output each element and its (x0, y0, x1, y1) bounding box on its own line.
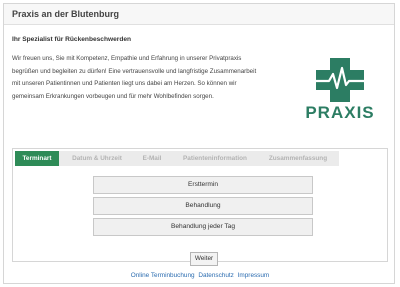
tab-terminart[interactable]: Terminart (15, 151, 59, 166)
option-behandlung[interactable]: Behandlung (93, 197, 313, 215)
intro-text: Wir freuen uns, Sie mit Kompetenz, Empat… (12, 53, 312, 103)
option-ersttermin[interactable]: Ersttermin (93, 176, 313, 194)
tab-patienteninformation[interactable]: Patienteninformation (175, 151, 255, 166)
step-tabs: Terminart Datum & Uhrzeit E-Mail Patient… (15, 151, 339, 166)
intro-line: Wir freuen uns, Sie mit Kompetenz, Empat… (12, 55, 242, 62)
footer-link-online-terminbuchung[interactable]: Online Terminbuchung (131, 272, 195, 279)
next-button[interactable]: Weiter (190, 252, 218, 266)
medical-cross-icon (310, 58, 370, 102)
booking-widget: Praxis an der Blutenburg Ihr Spezialist … (3, 3, 395, 284)
tab-datum-uhrzeit[interactable]: Datum & Uhrzeit (65, 151, 129, 166)
logo-wordmark: PRAXIS (305, 103, 375, 122)
intro-line: begrüßen und begleiten zu dürfen! Eine v… (12, 67, 257, 75)
intro-line: gemeinsam Erkrankungen vorbeugen und für… (12, 92, 214, 100)
intro-section: Ihr Spezialist für Rückenbeschwerden Wir… (12, 36, 312, 103)
footer-link-impressum[interactable]: Impressum (238, 272, 270, 279)
option-behandlung-jeder-tag[interactable]: Behandlung jeder Tag (93, 218, 313, 236)
footer-links: Online Terminbuchung Datenschutz Impress… (4, 272, 396, 279)
booking-panel: Terminart Datum & Uhrzeit E-Mail Patient… (12, 148, 388, 262)
praxis-logo: PRAXIS (302, 56, 378, 126)
tab-zusammenfassung[interactable]: Zusammenfassung (261, 151, 335, 166)
footer-link-datenschutz[interactable]: Datenschutz (198, 272, 234, 279)
page-title: Praxis an der Blutenburg (4, 4, 394, 25)
appointment-type-options: Ersttermin Behandlung Behandlung jeder T… (93, 176, 313, 239)
intro-line: mit unseren Patientinnen und Patienten l… (12, 80, 237, 88)
tab-email[interactable]: E-Mail (137, 151, 167, 166)
intro-title: Ihr Spezialist für Rückenbeschwerden (12, 36, 132, 43)
